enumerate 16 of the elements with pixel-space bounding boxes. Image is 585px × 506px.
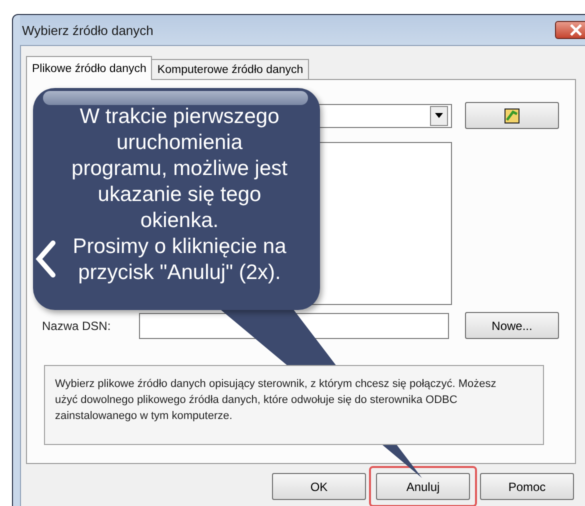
dialog-button[interactable]: Anuluj [376,473,470,500]
dropdown-arrow-icon [435,113,443,118]
dsn-label: Nazwa DSN: [42,318,112,332]
dialog-button[interactable]: Pomoc [480,473,574,500]
tab[interactable]: Komputerowe źródło danych [151,59,310,80]
chevron-left-icon [34,240,58,278]
new-button[interactable]: Nowe... [465,312,559,339]
close-button[interactable] [555,21,585,39]
folder-icon [504,108,520,124]
window-title: Wybierz źródło danych [21,22,154,38]
close-icon [569,24,583,36]
tab[interactable]: Plikowe źródło danych [26,56,152,80]
folder-button[interactable] [465,102,559,129]
description-text: Wybierz plikowe źródło danych opisujący sterownik, z którym chcesz się połączyć. Możesz użyć dowolnego plikowego źródła danych, które odwołuje się do sterownika ODBC zainstalowanego w tym komputerze. [44,365,544,445]
callout-text: W trakcie pierwszego uruchomienia programu, możliwe jest ukazanie się tego okienka. Prosimy o kliknięcie na przycisk "Anuluj" (2x). [72,105,288,284]
dialog-button[interactable]: OK [272,473,366,500]
